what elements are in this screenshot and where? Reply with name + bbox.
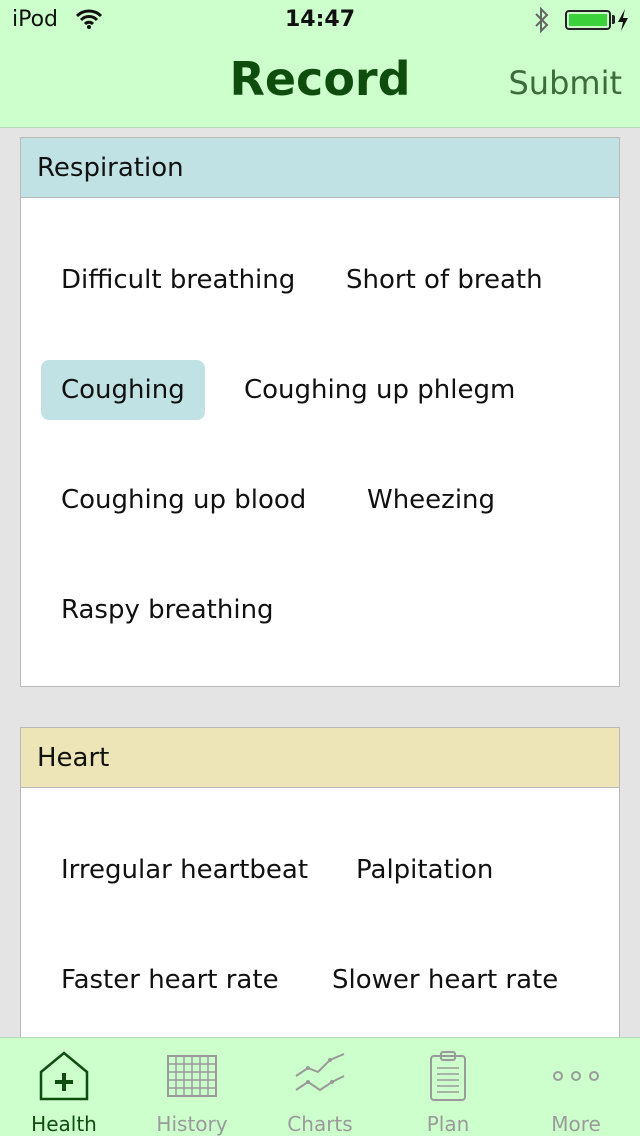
symptom-raspy-breathing[interactable]: Raspy breathing (41, 580, 294, 640)
symptom-wheezing[interactable]: Wheezing (347, 470, 515, 530)
symptom-irregular-heartbeat[interactable]: Irregular heartbeat (41, 840, 328, 900)
tab-history[interactable]: History (128, 1038, 256, 1136)
section-respiration: Respiration Difficult breathing Short of… (20, 137, 620, 687)
tab-label-charts: Charts (287, 1112, 353, 1136)
section-heart: Heart Irregular heartbeat Palpitation Fa… (20, 727, 620, 1067)
battery-fill (569, 14, 607, 26)
section-header-respiration: Respiration (21, 138, 619, 198)
house-plus-icon (39, 1051, 89, 1101)
tab-label-plan: Plan (426, 1112, 470, 1136)
tab-health[interactable]: Health (0, 1038, 128, 1136)
symptom-faster-heart-rate[interactable]: Faster heart rate (41, 950, 299, 1010)
symptom-short-of-breath[interactable]: Short of breath (326, 250, 563, 310)
symptom-palpitation[interactable]: Palpitation (336, 840, 513, 900)
status-bar: iPod 14:47 (0, 0, 640, 40)
tab-more[interactable]: More (512, 1038, 640, 1136)
symptom-coughing[interactable]: Coughing (41, 360, 205, 420)
battery-tip (612, 15, 615, 24)
symptom-difficult-breathing[interactable]: Difficult breathing (41, 250, 315, 310)
bluetooth-icon (535, 6, 549, 34)
battery-icon (565, 10, 611, 30)
tab-label-health: Health (31, 1112, 97, 1136)
symptom-slower-heart-rate[interactable]: Slower heart rate (312, 950, 578, 1010)
section-header-heart: Heart (21, 728, 619, 788)
tab-label-history: History (156, 1112, 228, 1136)
submit-button[interactable]: Submit (508, 64, 622, 102)
clipboard-icon (430, 1051, 466, 1101)
top-bar: iPod 14:47 Record Submit (0, 0, 640, 128)
chart-lines-icon (295, 1053, 345, 1092)
tab-label-more: More (551, 1112, 601, 1136)
symptom-coughing-up-phlegm[interactable]: Coughing up phlegm (224, 360, 535, 420)
charging-icon (618, 9, 628, 31)
symptom-coughing-up-blood[interactable]: Coughing up blood (41, 470, 326, 530)
tab-bar: Health History Charts Plan More (0, 1037, 640, 1136)
more-dots-icon (553, 1071, 599, 1081)
tab-plan[interactable]: Plan (384, 1038, 512, 1136)
tab-charts[interactable]: Charts (256, 1038, 384, 1136)
grid-icon (167, 1055, 217, 1097)
